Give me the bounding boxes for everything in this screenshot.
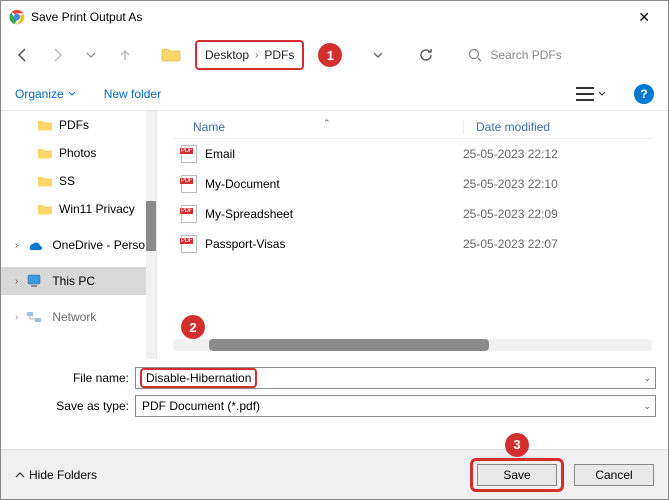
address-dropdown[interactable] <box>364 41 392 69</box>
filename-value: Disable-Hibernation <box>140 368 257 388</box>
chrome-icon <box>9 9 25 25</box>
up-button[interactable] <box>111 41 139 69</box>
pdf-icon <box>181 235 197 253</box>
annotation-callout-1: 1 <box>318 43 342 67</box>
column-header-date[interactable]: Date modified <box>463 120 652 134</box>
organize-menu[interactable]: Organize <box>15 87 76 101</box>
sidebar-item-win11[interactable]: Win11 Privacy <box>1 195 156 223</box>
search-input[interactable]: Search PDFs <box>460 39 660 71</box>
file-row[interactable]: Email25-05-2023 22:12 <box>173 139 652 169</box>
annotation-callout-2: 2 <box>181 315 205 339</box>
chevron-down-icon[interactable]: ⌄ <box>643 401 651 412</box>
save-button-highlight: 3 Save <box>470 458 564 492</box>
chevron-up-icon <box>15 470 25 480</box>
save-button[interactable]: Save <box>477 464 557 486</box>
breadcrumb-part[interactable]: PDFs <box>264 48 294 62</box>
breadcrumb-part[interactable]: Desktop <box>205 48 249 62</box>
column-header-name[interactable]: Name⌃ <box>173 120 463 134</box>
sidebar-item-photos[interactable]: Photos <box>1 139 156 167</box>
file-list: Name⌃ Date modified Email25-05-2023 22:1… <box>157 111 668 359</box>
list-view-icon <box>576 87 594 101</box>
back-button[interactable] <box>9 41 37 69</box>
refresh-button[interactable] <box>412 41 440 69</box>
saveastype-label: Save as type: <box>49 399 129 413</box>
horizontal-scrollbar[interactable] <box>173 339 652 351</box>
sidebar-item-ss[interactable]: SS <box>1 167 156 195</box>
sidebar-scroll-thumb[interactable] <box>146 201 156 251</box>
cancel-button[interactable]: Cancel <box>574 464 654 486</box>
search-placeholder: Search PDFs <box>490 48 561 62</box>
pdf-icon <box>181 205 197 223</box>
file-row[interactable]: Passport-Visas25-05-2023 22:07 <box>173 229 652 259</box>
pdf-icon <box>181 145 197 163</box>
saveastype-value: PDF Document (*.pdf) <box>142 399 260 413</box>
pdf-icon <box>181 175 197 193</box>
file-row[interactable]: My-Document25-05-2023 22:10 <box>173 169 652 199</box>
folder-icon <box>161 46 181 64</box>
filename-label: File name: <box>49 371 129 385</box>
annotation-callout-3: 3 <box>505 433 529 457</box>
hide-folders-button[interactable]: Hide Folders <box>15 468 97 482</box>
chevron-right-icon: › <box>255 50 258 61</box>
file-row[interactable]: My-Spreadsheet25-05-2023 22:09 <box>173 199 652 229</box>
filename-input[interactable]: Disable-Hibernation ⌄ <box>135 367 656 389</box>
navigation-pane: PDFs Photos SS Win11 Privacy ›OneDrive -… <box>1 111 157 359</box>
sidebar-item-pdfs[interactable]: PDFs <box>1 111 156 139</box>
breadcrumb[interactable]: Desktop › PDFs <box>195 40 304 70</box>
new-folder-button[interactable]: New folder <box>104 87 161 101</box>
sidebar-item-thispc[interactable]: ›This PC <box>1 267 156 295</box>
saveastype-select[interactable]: PDF Document (*.pdf) ⌄ <box>135 395 656 417</box>
sidebar-item-network[interactable]: ›Network <box>1 303 156 331</box>
horizontal-scroll-thumb[interactable] <box>209 339 489 351</box>
chevron-down-icon[interactable]: ⌄ <box>643 373 651 384</box>
close-button[interactable]: ✕ <box>628 5 660 30</box>
search-icon <box>468 48 482 62</box>
window-title: Save Print Output As <box>31 10 142 24</box>
recent-dropdown[interactable] <box>77 41 105 69</box>
forward-button[interactable] <box>43 41 71 69</box>
view-menu[interactable] <box>576 87 606 101</box>
help-button[interactable]: ? <box>634 84 654 104</box>
sort-indicator-icon: ⌃ <box>323 118 331 129</box>
sidebar-item-onedrive[interactable]: ›OneDrive - Perso <box>1 231 156 259</box>
